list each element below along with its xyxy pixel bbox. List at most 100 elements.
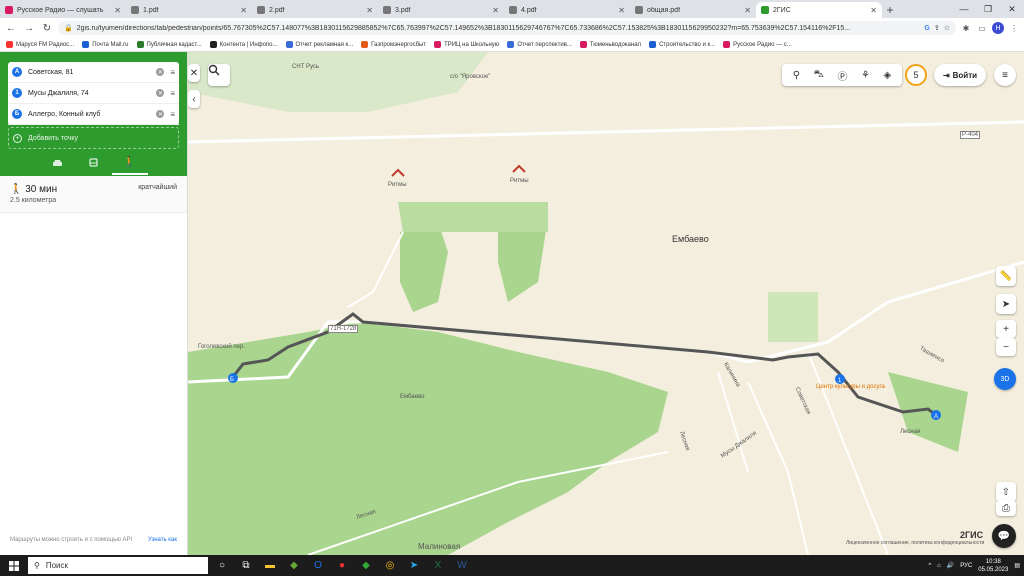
minimize-icon[interactable]: — <box>952 0 976 18</box>
app3-icon[interactable]: ◆ <box>356 556 376 576</box>
back-icon[interactable]: ← <box>4 21 18 35</box>
taskbar-search[interactable]: ⚲ Поиск <box>28 557 208 574</box>
explorer-icon[interactable]: ▬ <box>260 556 280 576</box>
bookmark-item[interactable]: Отчет рекламная к... <box>285 41 353 48</box>
traffic-score[interactable]: 5 <box>905 64 927 86</box>
cortana-icon[interactable]: ○ <box>212 556 232 576</box>
car-mode-icon[interactable] <box>40 151 76 175</box>
telegram-icon[interactable]: ➤ <box>404 556 424 576</box>
windows-start-icon[interactable] <box>4 556 24 576</box>
bus-mode-icon[interactable] <box>76 151 112 175</box>
profile-avatar[interactable]: Н <box>992 22 1004 34</box>
parking-icon[interactable]: Ⓟ <box>837 68 847 83</box>
zoom-out-button[interactable]: − <box>996 338 1016 356</box>
star-icon[interactable]: ☆ <box>944 24 950 32</box>
pin-icon[interactable]: ⚲ <box>793 70 800 81</box>
tab-close-icon[interactable]: ✕ <box>744 6 751 15</box>
browser-tab[interactable]: общая.pdf ✕ <box>630 2 756 18</box>
browser-tab[interactable]: Русское Радио — слушать ✕ <box>0 2 126 18</box>
ruler-button[interactable]: 📏 <box>996 266 1016 286</box>
bookmark-item[interactable]: Маруся FM Радиос... <box>6 41 74 48</box>
label-ritmy-1[interactable]: Ритмы <box>388 182 407 188</box>
browser-tab[interactable]: 2.pdf ✕ <box>252 2 378 18</box>
drag-handle-icon[interactable]: ≡ <box>170 89 175 98</box>
clock[interactable]: 10:38 05.05.2023 <box>978 558 1008 574</box>
outlook-icon[interactable]: O <box>308 556 328 576</box>
new-tab-button[interactable]: + <box>882 2 898 18</box>
close-route-button[interactable]: ✕ <box>188 64 200 82</box>
chevron-up-icon[interactable]: ^ <box>928 563 931 569</box>
route-point[interactable]: А Советская, 81 ✕ ≡ <box>8 62 179 83</box>
route-point[interactable]: Б Аллегро, Конный клуб ✕ ≡ <box>8 104 179 125</box>
network-icon[interactable]: ⌂ <box>937 563 941 569</box>
tab-close-icon[interactable]: ✕ <box>366 6 373 15</box>
sidepanel-icon[interactable]: ▭ <box>976 22 988 34</box>
tab-close-icon[interactable]: ✕ <box>114 6 121 15</box>
zoom-in-button[interactable]: + <box>996 320 1016 338</box>
browser-tab[interactable]: 4.pdf ✕ <box>504 2 630 18</box>
bookmark-item[interactable]: Газпромэнергосбыт <box>361 41 426 48</box>
api-link[interactable]: Узнать как <box>148 537 177 543</box>
locate-button[interactable]: ➤ <box>996 294 1016 314</box>
point-name[interactable]: Аллегро, Конный клуб <box>28 111 150 118</box>
label-culture-center[interactable]: Центр культуры и досуга <box>816 384 885 390</box>
tab-close-icon[interactable]: ✕ <box>492 6 499 15</box>
point-name[interactable]: Советская, 81 <box>28 69 150 76</box>
bookmark-item[interactable]: Почта Mail.ru <box>82 41 129 48</box>
add-point-button[interactable]: + Добавить точку <box>8 127 179 149</box>
restore-icon[interactable]: ❐ <box>976 0 1000 18</box>
language-indicator[interactable]: РУС <box>960 563 972 569</box>
clear-point-icon[interactable]: ✕ <box>156 68 165 76</box>
route-result[interactable]: 🚶 30 мин 2.5 километра кратчайший <box>0 176 187 213</box>
bookmark-item[interactable]: Отчет перспектив... <box>507 41 572 48</box>
browser-tab[interactable]: 3.pdf ✕ <box>378 2 504 18</box>
tab-close-icon[interactable]: ✕ <box>240 6 247 15</box>
share-map-button[interactable]: ⇧ <box>996 482 1016 502</box>
point-name[interactable]: Мусы Джалиля, 74 <box>28 90 150 97</box>
chat-button[interactable]: 💬 <box>992 524 1016 548</box>
drag-handle-icon[interactable]: ≡ <box>170 110 175 119</box>
bookmark-item[interactable]: Тюменьводоканал <box>579 41 641 48</box>
bookmark-item[interactable]: Строительство и к... <box>649 41 715 48</box>
map-area[interactable]: Б 1 А Ритмы Ритмы Ембаево Центр культуры… <box>188 52 1024 555</box>
volume-icon[interactable]: 🔊 <box>947 562 954 569</box>
url-field[interactable]: 🔒 2gis.ru/tyumen/directions/tab/pedestri… <box>58 21 956 35</box>
share-icon[interactable]: ⇪ <box>934 24 940 32</box>
reload-icon[interactable]: ↻ <box>40 21 54 35</box>
license-link[interactable]: Лицензионное соглашение, политика конфид… <box>846 540 984 546</box>
search-button[interactable] <box>208 64 230 86</box>
google-icon[interactable]: G <box>924 25 929 32</box>
menu-icon[interactable]: ≡ <box>994 64 1016 86</box>
label-ritmy-2[interactable]: Ритмы <box>510 178 529 184</box>
close-icon[interactable]: ✕ <box>1000 0 1024 18</box>
route-point[interactable]: 1 Мусы Джалиля, 74 ✕ ≡ <box>8 83 179 104</box>
collapse-panel-button[interactable]: ‹ <box>188 90 200 108</box>
clear-point-icon[interactable]: ✕ <box>156 89 165 97</box>
bookmark-item[interactable]: Публичная кадаст... <box>136 41 202 48</box>
layers-icon[interactable]: ◈ <box>884 70 892 81</box>
drag-handle-icon[interactable]: ≡ <box>170 68 175 77</box>
notifications-icon[interactable]: ▤ <box>1014 562 1020 569</box>
task-view-icon[interactable]: ⧉ <box>236 556 256 576</box>
app-icon[interactable]: ◆ <box>284 556 304 576</box>
bookmark-item[interactable]: Контента | Инфопо... <box>209 41 278 48</box>
tab-close-icon[interactable]: ✕ <box>618 6 625 15</box>
pedestrian-mode-icon[interactable]: 🚶 <box>111 151 148 175</box>
login-button[interactable]: ⇥ Войти <box>934 64 986 86</box>
tab-close-icon[interactable]: ✕ <box>870 6 877 15</box>
print-button[interactable]: ⎙ <box>996 500 1016 516</box>
traffic-icon[interactable]: ⚘ <box>861 70 870 81</box>
app2-icon[interactable]: ● <box>332 556 352 576</box>
transport-icon[interactable]: ⛍ <box>814 69 824 82</box>
browser-tab[interactable]: 1.pdf ✕ <box>126 2 252 18</box>
browser-tab[interactable]: 2ГИС ✕ <box>756 2 882 18</box>
more-icon[interactable]: ⋮ <box>1008 22 1020 34</box>
bookmark-item[interactable]: ТРИЦ на Школьную <box>434 41 499 48</box>
forward-icon[interactable]: → <box>22 21 36 35</box>
excel-icon[interactable]: X <box>428 556 448 576</box>
chrome-icon[interactable]: ◎ <box>380 556 400 576</box>
bookmark-item[interactable]: Русское Радио — с... <box>723 41 792 48</box>
clear-point-icon[interactable]: ✕ <box>156 110 165 118</box>
extensions-icon[interactable]: ✱ <box>960 22 972 34</box>
3d-button[interactable]: 3D <box>994 368 1016 390</box>
